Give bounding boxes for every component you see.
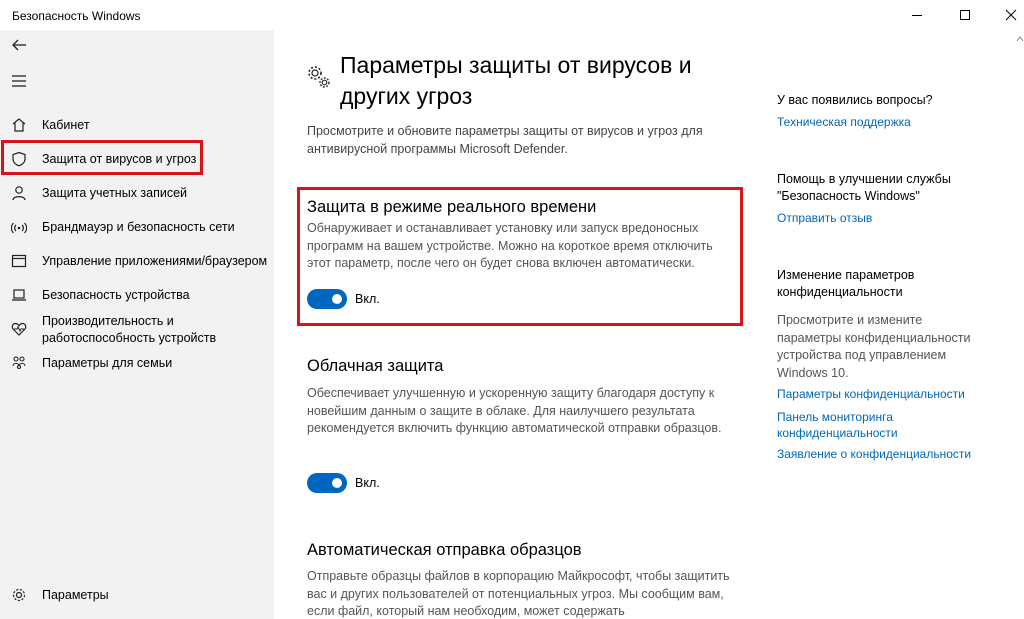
app-window-icon — [10, 252, 28, 270]
back-button[interactable] — [6, 32, 32, 58]
sidebar-item-settings[interactable]: Параметры — [0, 585, 274, 605]
laptop-icon — [10, 286, 28, 304]
close-button[interactable] — [988, 0, 1024, 30]
active-item-highlight — [1, 140, 203, 175]
sidebar-item-label: Параметры — [42, 587, 109, 602]
minimize-button[interactable] — [894, 0, 940, 30]
maximize-icon — [960, 10, 970, 20]
heart-icon — [10, 320, 28, 338]
cloud-toggle-row: Вкл. — [307, 473, 380, 493]
title-bar: Безопасность Windows — [0, 0, 1024, 30]
sidebar-item-label: Брандмауэр и безопасность сети — [42, 219, 235, 234]
person-icon — [10, 184, 28, 202]
scrollbar[interactable] — [1014, 30, 1024, 619]
privacy-dashboard-link[interactable]: Панель мониторинга конфиденциальности — [777, 409, 1007, 441]
minimize-icon — [912, 15, 922, 16]
sidebar: Кабинет Защита от вирусов и угроз Защита… — [0, 30, 274, 619]
help-title-line2: "Безопасность Windows" — [777, 189, 920, 203]
family-icon — [10, 354, 28, 372]
section-title-cloud: Облачная защита — [307, 357, 444, 375]
sidebar-item-device-security[interactable]: Безопасность устройства — [0, 285, 274, 305]
sidebar-item-label-line1: Производительность и — [42, 314, 174, 328]
menu-button[interactable] — [6, 68, 32, 94]
help-title-line1: Помощь в улучшении службы — [777, 172, 951, 186]
sidebar-item-label: Параметры для семьи — [42, 355, 173, 370]
page-description: Просмотрите и обновите параметры защиты … — [307, 124, 703, 156]
sidebar-item-label: Управление приложениями/браузером — [42, 253, 268, 268]
feedback-link[interactable]: Отправить отзыв — [777, 210, 1007, 226]
dashboard-link-line2: конфиденциальности — [777, 426, 898, 440]
maximize-button[interactable] — [942, 0, 988, 30]
sidebar-item-family[interactable]: Параметры для семьи — [0, 353, 274, 373]
sidebar-item-account-protection[interactable]: Защита учетных записей — [0, 183, 274, 203]
page-title-line2: других угроз — [340, 83, 473, 109]
window-title: Безопасность Windows — [12, 9, 141, 23]
right-panel: У вас появились вопросы? Техническая под… — [750, 30, 1024, 619]
back-arrow-icon — [12, 39, 26, 51]
home-icon — [10, 116, 28, 134]
sidebar-item-label: Защита учетных записей — [42, 185, 188, 200]
privacy-title-line1: Изменение параметров — [777, 268, 915, 282]
dashboard-link-line1: Панель мониторинга — [777, 410, 893, 424]
gear-icon — [10, 586, 28, 604]
section-title-samples: Автоматическая отправка образцов — [307, 541, 582, 559]
sidebar-item-home[interactable]: Кабинет — [0, 115, 274, 135]
questions-title: У вас появились вопросы? — [777, 93, 933, 107]
sidebar-item-performance[interactable]: Производительность и работоспособность у… — [0, 312, 274, 348]
section-desc-samples: Отправьте образцы файлов в корпорацию Ма… — [307, 569, 730, 618]
privacy-title-line2: конфиденциальности — [777, 285, 903, 299]
hamburger-icon — [12, 75, 26, 87]
gears-icon — [308, 66, 330, 88]
privacy-settings-link[interactable]: Параметры конфиденциальности — [777, 386, 1007, 402]
realtime-section-highlight — [297, 187, 743, 326]
sidebar-item-label: Безопасность устройства — [42, 287, 190, 302]
help-title: Помощь в улучшении службы "Безопасность … — [777, 171, 1007, 205]
toggle-label: Вкл. — [355, 476, 380, 490]
sidebar-item-firewall[interactable]: Брандмауэр и безопасность сети — [0, 217, 274, 237]
sidebar-item-label-line2: работоспособность устройств — [42, 331, 217, 345]
sidebar-item-label: Производительность и работоспособность у… — [42, 313, 216, 347]
support-link[interactable]: Техническая поддержка — [777, 114, 1007, 130]
privacy-title: Изменение параметров конфиденциальности — [777, 267, 1007, 301]
section-desc-cloud: Обеспечивает улучшенную и ускоренную защ… — [307, 386, 722, 435]
sidebar-item-app-browser[interactable]: Управление приложениями/браузером — [0, 251, 274, 271]
page-title-line1: Параметры защиты от вирусов и — [340, 52, 692, 78]
privacy-text: Просмотрите и измените параметры конфиде… — [777, 313, 971, 380]
page-title: Параметры защиты от вирусов и других угр… — [340, 50, 740, 112]
cloud-toggle[interactable] — [307, 473, 347, 493]
wifi-icon — [10, 218, 28, 236]
privacy-statement-link[interactable]: Заявление о конфиденциальности — [777, 446, 1007, 462]
toggle-knob — [332, 478, 342, 488]
sidebar-item-label: Кабинет — [42, 117, 90, 132]
scroll-up-icon — [1016, 36, 1024, 42]
close-icon — [1005, 9, 1017, 21]
